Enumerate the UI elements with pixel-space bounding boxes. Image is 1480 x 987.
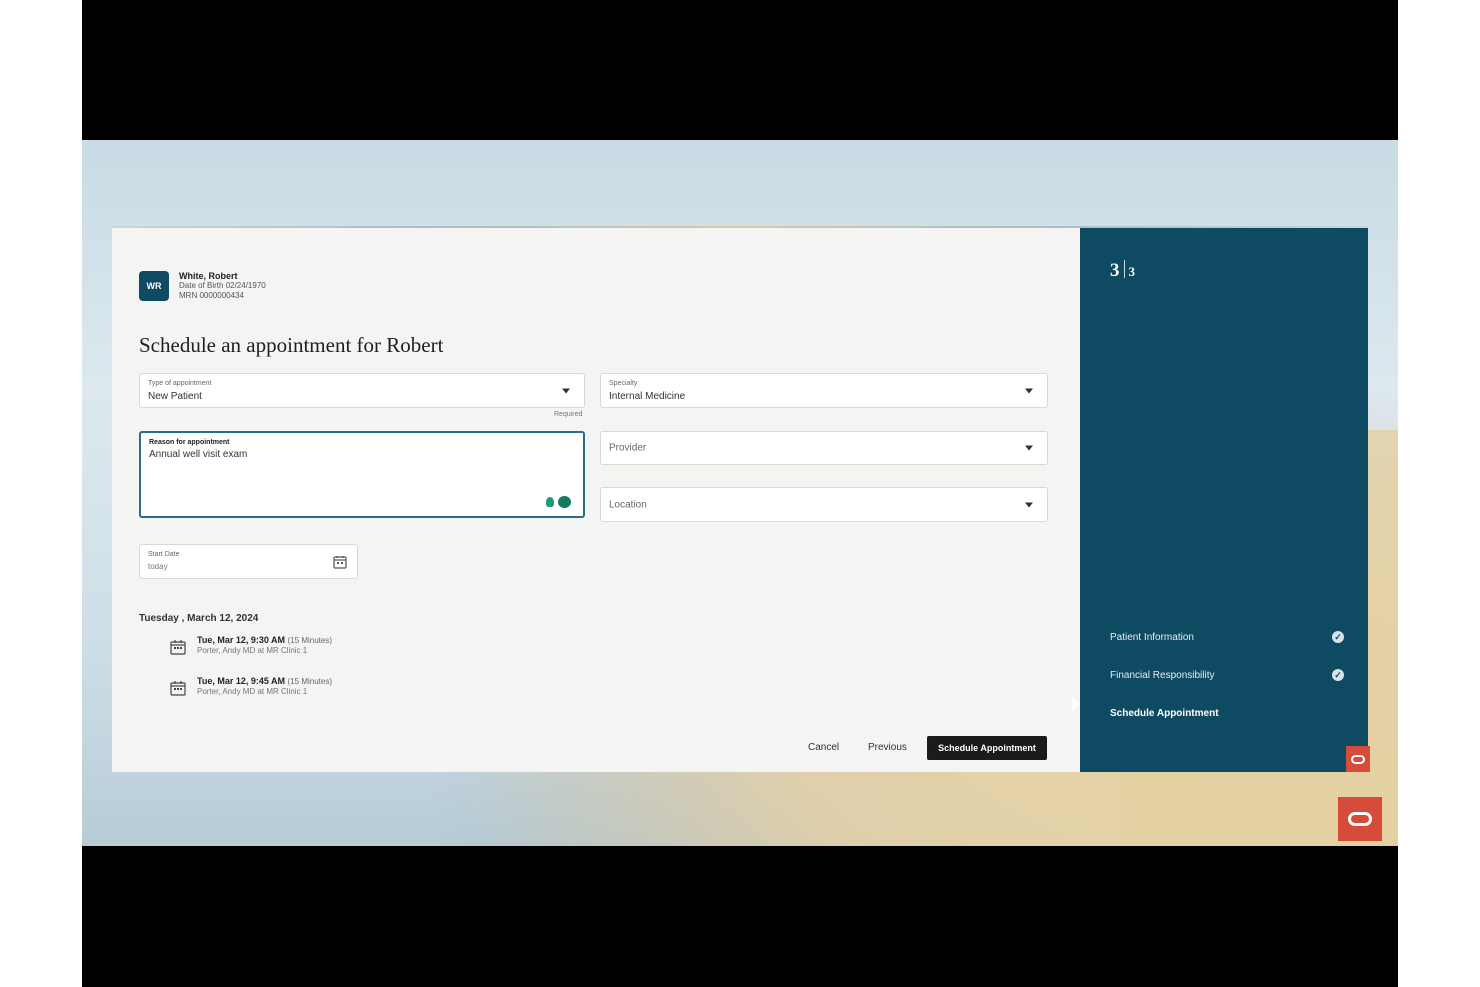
step-counter: 33 — [1110, 260, 1135, 282]
appointment-slot[interactable]: Tue, Mar 12, 9:45 AM (15 Minutes) Porter… — [170, 676, 332, 696]
slot-time: Tue, Mar 12, 9:45 AM — [197, 676, 286, 686]
appointment-slot[interactable]: Tue, Mar 12, 9:30 AM (15 Minutes) Porter… — [170, 635, 332, 655]
lightbulb-icon[interactable] — [546, 497, 554, 507]
current-step-pointer — [1072, 696, 1080, 712]
patient-card: WR White, Robert Date of Birth 02/24/197… — [139, 271, 266, 301]
chevron-down-icon — [1025, 445, 1033, 451]
schedule-appointment-button[interactable]: Schedule Appointment — [927, 736, 1047, 760]
step-label: Schedule Appointment — [1110, 707, 1219, 719]
required-note: Required — [554, 411, 583, 418]
previous-button[interactable]: Previous — [868, 742, 907, 753]
oracle-logo-icon — [1338, 797, 1382, 841]
location-select[interactable]: Location — [600, 487, 1048, 522]
provider-select[interactable]: Provider — [600, 431, 1048, 465]
avatar: WR — [139, 271, 169, 301]
stepper-panel: 33 Patient Information ✓ Financial Respo… — [1072, 228, 1368, 772]
slot-duration: (15 Minutes) — [287, 677, 333, 686]
calendar-icon[interactable] — [333, 555, 347, 569]
chevron-down-icon — [562, 388, 570, 393]
slot-duration: (15 Minutes) — [287, 636, 333, 645]
chevron-down-icon — [1025, 388, 1033, 393]
specialty-label: Specialty — [609, 380, 638, 387]
step-label: Financial Responsibility — [1110, 669, 1215, 681]
page-title: Schedule an appointment for Robert — [139, 333, 444, 357]
step-label: Patient Information — [1110, 631, 1194, 643]
slot-provider-location: Porter, Andy MD at MR Clinic 1 — [197, 687, 308, 696]
location-placeholder: Location — [609, 499, 647, 510]
start-date-value: today — [148, 562, 168, 571]
cancel-button[interactable]: Cancel — [808, 742, 839, 753]
patient-dob: Date of Birth 02/24/1970 — [179, 281, 266, 290]
check-circle-icon: ✓ — [1332, 631, 1344, 643]
step-schedule-appointment[interactable]: Schedule Appointment — [1110, 694, 1344, 732]
provider-placeholder: Provider — [609, 442, 647, 454]
slot-provider-location: Porter, Andy MD at MR Clinic 1 — [197, 646, 308, 655]
reason-textarea[interactable]: Reason for appointment Annual well visit… — [139, 431, 585, 518]
calendar-icon — [170, 640, 186, 655]
check-circle-icon: ✓ — [1332, 669, 1344, 681]
chat-bubble-icon[interactable] — [558, 496, 571, 508]
step-total: 3 — [1128, 264, 1136, 279]
specialty-select[interactable]: Specialty Internal Medicine — [600, 373, 1048, 408]
day-heading: Tuesday , March 12, 2024 — [139, 613, 259, 624]
type-of-appointment-select[interactable]: Type of appointment New Patient — [139, 373, 585, 408]
type-of-appointment-value: New Patient — [148, 391, 202, 402]
oracle-logo-icon — [1346, 746, 1370, 772]
step-financial-responsibility[interactable]: Financial Responsibility ✓ — [1110, 656, 1344, 694]
patient-mrn: MRN 0000000434 — [179, 291, 244, 300]
step-current: 3 — [1110, 260, 1120, 281]
start-date-label: Start Date — [148, 551, 180, 558]
calendar-icon — [170, 681, 186, 696]
start-date-field[interactable]: Start Date today — [139, 544, 358, 579]
reason-value: Annual well visit exam — [149, 449, 248, 460]
reason-label: Reason for appointment — [149, 439, 230, 446]
type-of-appointment-label: Type of appointment — [148, 380, 212, 387]
specialty-value: Internal Medicine — [609, 391, 686, 402]
patient-name: White, Robert — [179, 271, 238, 281]
slot-time: Tue, Mar 12, 9:30 AM — [197, 635, 286, 645]
chevron-down-icon — [1025, 502, 1033, 507]
step-patient-information[interactable]: Patient Information ✓ — [1110, 618, 1344, 656]
